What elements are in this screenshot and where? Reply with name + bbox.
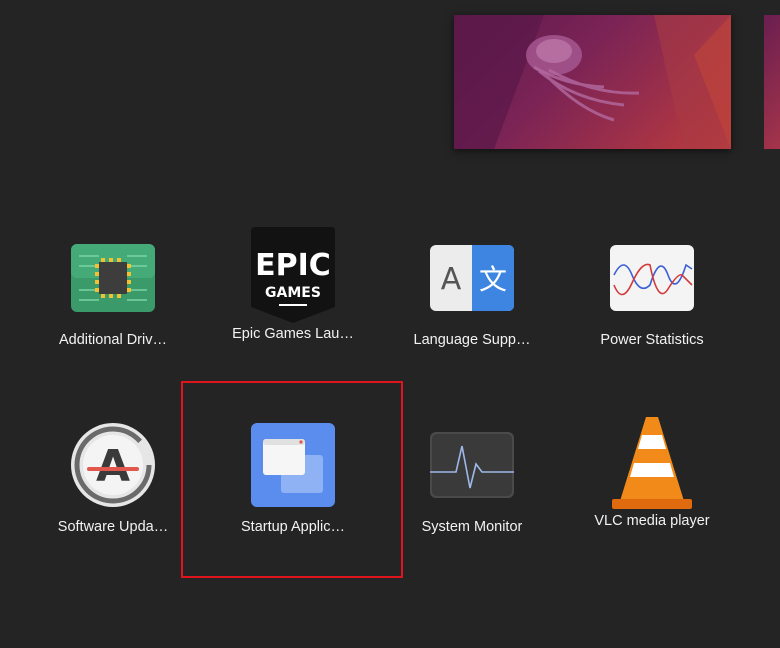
games-wordmark: GAMES: [265, 285, 321, 301]
app-epic-games-launcher[interactable]: EPIC GAMES Epic Games Lau…: [208, 220, 378, 370]
next-workspace-thumbnail[interactable]: [764, 15, 780, 149]
software-updater-icon: A: [65, 417, 161, 513]
startup-applications-icon: [245, 417, 341, 513]
app-label: VLC media player: [594, 513, 710, 529]
cjk-glyph: 文: [479, 263, 507, 296]
app-label: Software Upda…: [57, 519, 169, 535]
app-system-monitor[interactable]: System Monitor: [387, 413, 557, 563]
chip-icon: [65, 230, 161, 326]
workspace-thumbnail[interactable]: [454, 15, 731, 149]
app-additional-drivers[interactable]: Additional Driv…: [28, 226, 198, 376]
vlc-icon: [604, 413, 700, 513]
app-vlc-media-player[interactable]: VLC media player: [567, 409, 737, 559]
app-startup-applications[interactable]: Startup Applic…: [208, 413, 378, 563]
app-label: Power Statistics: [600, 332, 704, 348]
app-label: Additional Driv…: [59, 332, 167, 348]
app-label: Startup Applic…: [241, 519, 345, 535]
app-label: Language Supp…: [413, 332, 531, 348]
jellyfish-wallpaper-icon: [454, 15, 731, 149]
app-power-statistics[interactable]: Power Statistics: [567, 226, 737, 376]
latin-glyph: A: [441, 262, 462, 297]
app-label: Epic Games Lau…: [232, 326, 354, 342]
language-icon: A 文: [424, 230, 520, 326]
system-monitor-icon: [424, 417, 520, 513]
power-statistics-icon: [604, 230, 700, 326]
epic-games-icon: EPIC GAMES: [245, 224, 341, 326]
epic-wordmark: EPIC: [255, 248, 331, 283]
app-language-support[interactable]: A 文 Language Supp…: [387, 226, 557, 376]
app-software-updater[interactable]: A Software Upda…: [28, 413, 198, 563]
updater-glyph: A: [96, 441, 130, 492]
app-label: System Monitor: [421, 519, 523, 535]
